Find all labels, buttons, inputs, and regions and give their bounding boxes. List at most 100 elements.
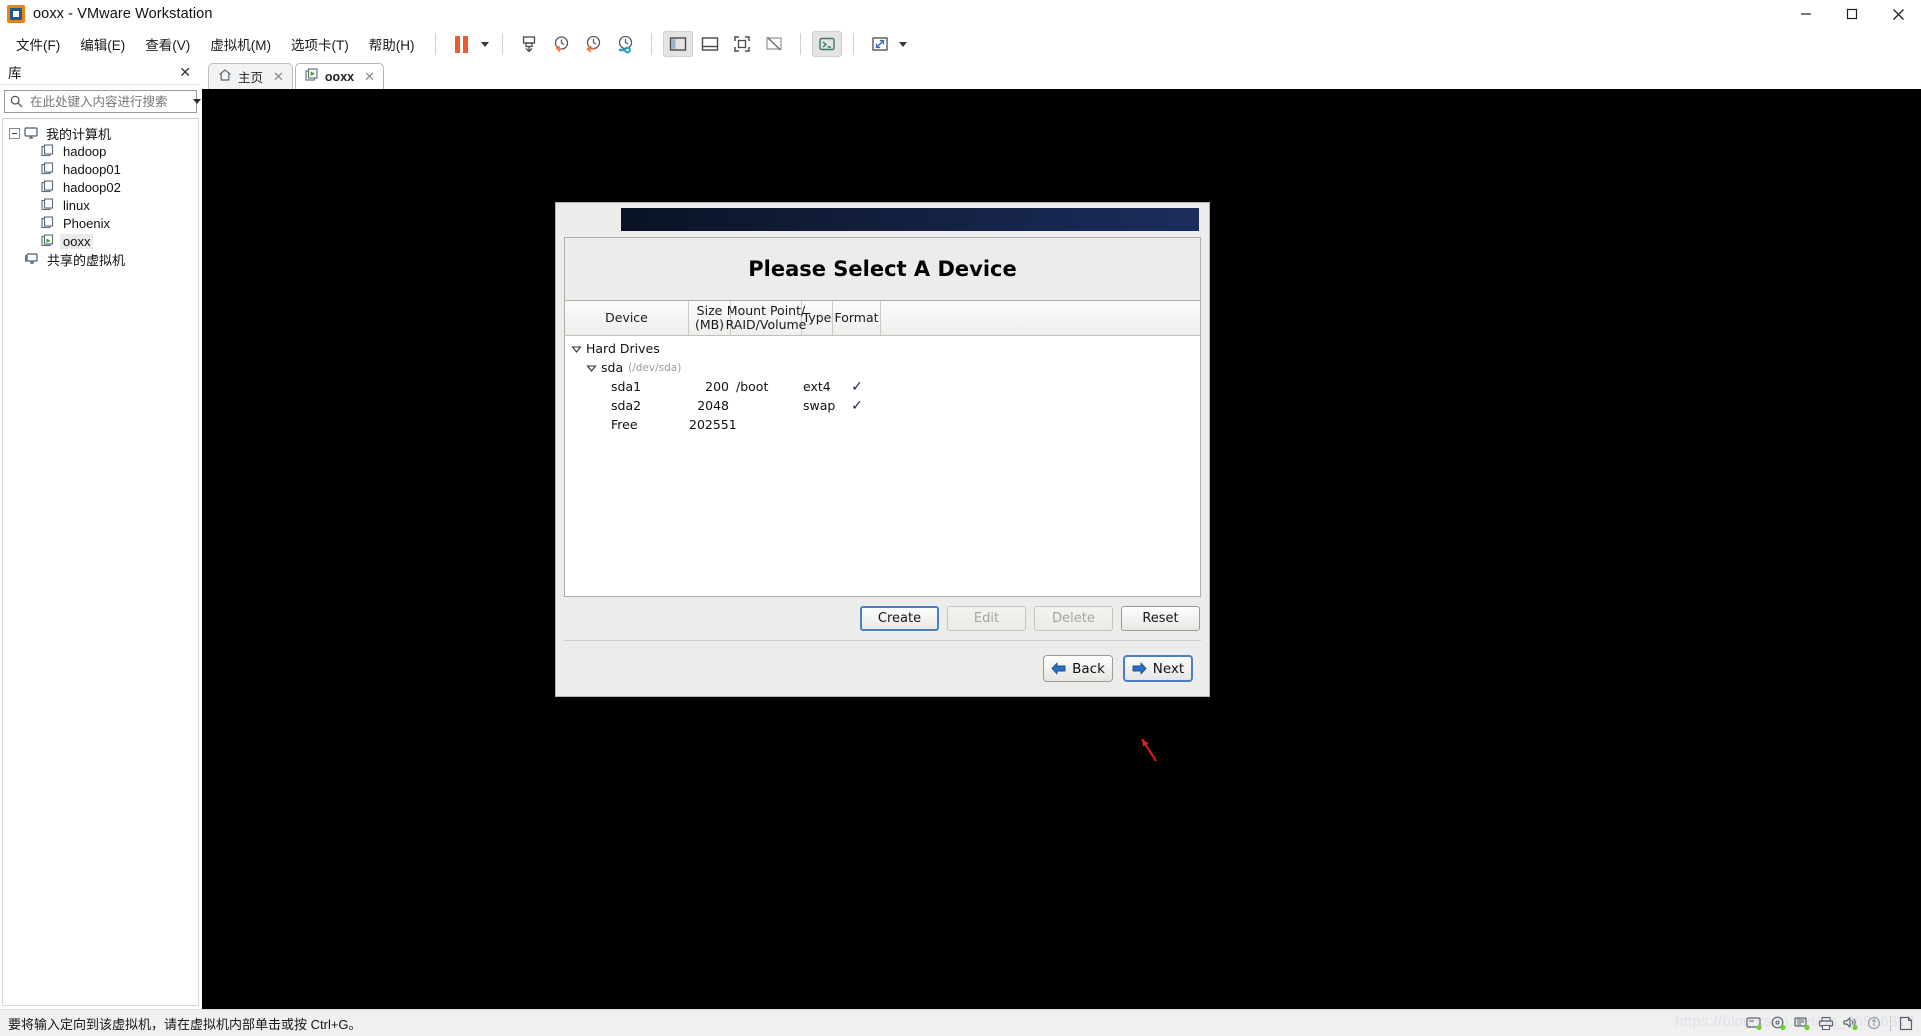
close-icon[interactable]: ✕: [273, 69, 284, 85]
toolbar-separator: [852, 33, 854, 55]
tree-item-label: Phoenix: [63, 215, 110, 231]
tree-item-phoenix[interactable]: Phoenix: [3, 214, 198, 232]
dialog-title-panel: Please Select A Device: [564, 237, 1201, 301]
tree-item-hadoop01[interactable]: hadoop01: [3, 160, 198, 178]
close-button[interactable]: [1875, 0, 1921, 29]
tree-item-hadoop02[interactable]: hadoop02: [3, 178, 198, 196]
table-cell-size: 202551: [689, 417, 737, 432]
twisty-expanded-icon[interactable]: [586, 362, 597, 373]
tree-item-my-computer[interactable]: 我的计算机: [3, 124, 198, 142]
table-cell-size: 2048: [697, 398, 729, 413]
network-status-icon[interactable]: [1794, 1016, 1811, 1031]
show-library-button[interactable]: [662, 31, 693, 57]
pause-dropdown[interactable]: [478, 31, 492, 57]
table-header-row: Device Size (MB) Mount Point/ RAID/Volum…: [565, 301, 1200, 336]
tab-home[interactable]: 主页 ✕: [208, 63, 293, 89]
stretch-dropdown[interactable]: [896, 31, 910, 57]
printer-status-icon[interactable]: [1818, 1016, 1835, 1031]
back-button[interactable]: Back: [1043, 655, 1113, 682]
table-cell-mount: /boot: [736, 379, 769, 394]
menu-file[interactable]: 文件(F): [6, 30, 70, 58]
search-input[interactable]: [28, 93, 193, 110]
vm-tree[interactable]: 我的计算机 hadoop hadoop01 hadoop02 linux Pho…: [2, 118, 199, 1006]
menu-tabs[interactable]: 选项卡(T): [281, 30, 359, 58]
library-title: 库: [8, 65, 22, 81]
snapshot-button[interactable]: [514, 31, 544, 57]
twisty-expanded-icon[interactable]: [571, 343, 582, 354]
tree-item-linux[interactable]: linux: [3, 196, 198, 214]
search-box[interactable]: [4, 90, 201, 113]
maximize-button[interactable]: [1829, 0, 1875, 29]
pause-button[interactable]: [447, 31, 477, 57]
title-bar: ooxx - VMware Workstation: [0, 0, 1921, 29]
revert-snapshot-button[interactable]: [578, 31, 608, 57]
tree-item-shared-vms[interactable]: 共享的虚拟机: [3, 250, 198, 268]
table-row[interactable]: Hard Drives: [565, 339, 1200, 358]
stretch-button[interactable]: [865, 31, 895, 57]
arrows-diagonal-icon: [871, 37, 888, 51]
dialog-banner: [556, 203, 1209, 237]
page-title: Please Select A Device: [748, 257, 1017, 281]
vm-icon: [41, 198, 55, 212]
tree-item-hadoop[interactable]: hadoop: [3, 142, 198, 160]
reset-button[interactable]: Reset: [1121, 606, 1200, 631]
console-button[interactable]: [811, 31, 842, 57]
table-row[interactable]: sda2 2048 swap ✓: [565, 396, 1200, 415]
library-header: 库 ✕: [0, 59, 201, 85]
snapshot-save-icon: [522, 36, 535, 53]
close-icon[interactable]: ✕: [364, 69, 375, 85]
table-cell-device: sda: [601, 360, 624, 375]
message-log-status-icon[interactable]: [1898, 1016, 1915, 1031]
unity-button[interactable]: [759, 31, 789, 57]
column-header-label: Mount Point/: [726, 303, 806, 318]
toolbar-separator: [650, 33, 652, 55]
wizard-navigation: Back Next: [564, 641, 1201, 696]
tree-item-label: hadoop02: [63, 179, 121, 195]
delete-button: Delete: [1034, 606, 1113, 631]
column-header-sublabel: (MB): [694, 317, 725, 332]
fullscreen-button[interactable]: [727, 31, 757, 57]
column-header-label: Format: [834, 310, 879, 325]
table-row[interactable]: Free 202551: [565, 415, 1200, 434]
usb-status-icon[interactable]: [1866, 1016, 1883, 1031]
computer-icon: [24, 126, 38, 140]
take-snapshot-button[interactable]: [546, 31, 576, 57]
create-button[interactable]: Create: [860, 606, 939, 631]
vm-console[interactable]: Please Select A Device Device Size (MB) …: [202, 89, 1921, 1009]
panel-left-icon: [669, 37, 686, 51]
minimize-button[interactable]: [1783, 0, 1829, 29]
next-button[interactable]: Next: [1123, 655, 1193, 682]
tree-item-ooxx[interactable]: ooxx: [3, 232, 198, 250]
show-thumbnails-button[interactable]: [695, 31, 725, 57]
tab-label: ooxx: [324, 69, 355, 84]
expander-icon[interactable]: [9, 127, 20, 139]
vm-icon: [41, 144, 55, 158]
snapshot-manager-button[interactable]: [610, 31, 640, 57]
sound-status-icon[interactable]: [1842, 1016, 1859, 1031]
column-header-device: Device: [565, 301, 689, 335]
search-icon: [10, 95, 23, 108]
table-cell-format: ✓: [851, 378, 863, 395]
window-title: ooxx - VMware Workstation: [33, 6, 213, 22]
table-row[interactable]: sda1 200 /boot ext4 ✓: [565, 377, 1200, 396]
chevron-down-icon: [193, 99, 201, 104]
dialog-body: Please Select A Device Device Size (MB) …: [556, 237, 1209, 696]
column-header-label: Type: [802, 310, 832, 325]
tab-label: 主页: [238, 71, 264, 85]
menu-help[interactable]: 帮助(H): [359, 30, 425, 58]
table-cell-format: ✓: [851, 397, 863, 414]
menu-bar: 文件(F) 编辑(E) 查看(V) 虚拟机(M) 选项卡(T) 帮助(H): [0, 29, 1921, 59]
menu-edit[interactable]: 编辑(E): [70, 30, 135, 58]
hard-disk-status-icon[interactable]: [1746, 1016, 1763, 1031]
close-icon[interactable]: ✕: [175, 63, 195, 81]
table-body: Hard Drives sda (/dev/sda) sda1 200 /boo…: [565, 336, 1200, 596]
search-dropdown-button[interactable]: [193, 91, 201, 112]
cd-dvd-status-icon[interactable]: [1770, 1016, 1787, 1031]
vmware-workstation-window: ooxx - VMware Workstation 文件(F) 编辑(E) 查看…: [0, 0, 1921, 1036]
tab-ooxx[interactable]: ooxx ✕: [294, 63, 385, 89]
device-table[interactable]: Device Size (MB) Mount Point/ RAID/Volum…: [564, 301, 1201, 597]
clock-plus-icon: [554, 36, 568, 52]
menu-view[interactable]: 查看(V): [135, 30, 200, 58]
table-row[interactable]: sda (/dev/sda): [565, 358, 1200, 377]
menu-vm[interactable]: 虚拟机(M): [200, 30, 281, 58]
